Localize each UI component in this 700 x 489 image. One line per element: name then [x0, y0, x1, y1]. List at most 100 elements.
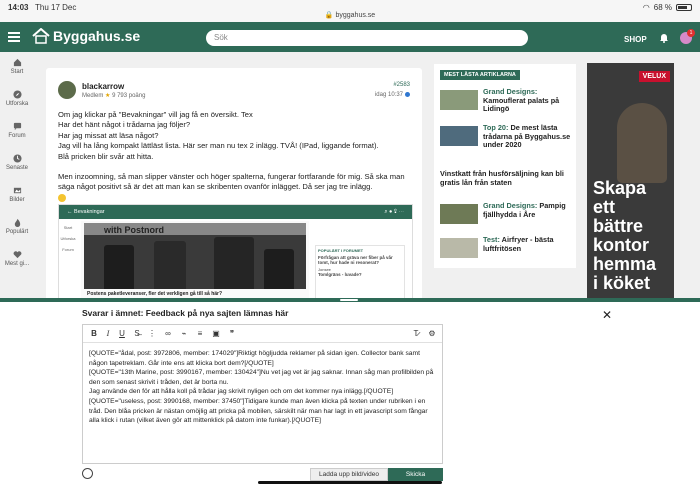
post-id-link[interactable]: #2583	[393, 82, 410, 88]
emoji-picker-icon[interactable]	[82, 468, 93, 479]
embed-toolbar-icons: ⌕ ● ⇪ ⋯	[384, 209, 404, 215]
post-time: idag 10:37	[375, 92, 410, 98]
author-name[interactable]: blackarrow	[82, 82, 124, 91]
drag-handle[interactable]	[340, 299, 358, 301]
embed-article-card: with Postnord Postens paketleveranser, f…	[81, 221, 309, 305]
nav-label: Start	[10, 69, 24, 75]
post-line: Om jag klickar på "Bevakningar" vill jag…	[58, 110, 253, 119]
close-icon[interactable]: ✕	[602, 308, 612, 322]
article-thumbnail	[440, 90, 478, 110]
url-text: byggahus.se	[335, 12, 376, 19]
editor-line: [QUOTE="ådal, post: 3972806, member: 174…	[89, 350, 420, 367]
post-line: Men inzoomning, så man slipper vänster o…	[58, 172, 405, 192]
nav-item-forum[interactable]: Forum	[0, 122, 34, 139]
search-input[interactable]: Sök	[206, 30, 528, 46]
link-icon[interactable]: ∞	[163, 329, 173, 338]
post-body: Om jag klickar på "Bevakningar" vill jag…	[58, 110, 413, 213]
nav-item-bilder[interactable]: Bilder	[0, 186, 34, 203]
battery-percent: 68 %	[653, 3, 672, 12]
unlink-icon[interactable]: ⌁	[179, 329, 189, 338]
most-read-item[interactable]: Vinstkatt från husförsäljning kan bli gr…	[440, 169, 570, 190]
embed-nav: Start Utforska Forum	[59, 219, 77, 305]
item-text: Kamouflerat palats på Lidingö	[483, 95, 560, 113]
home-icon	[13, 58, 21, 67]
nav-item-utforska[interactable]: Utforska	[0, 90, 34, 107]
advertisement[interactable]: VELUX Skapa ett bättre kontor hemma i kö…	[587, 63, 674, 298]
post-line: Blå pricken blir svår att hitta.	[58, 151, 154, 161]
battery-icon	[676, 4, 692, 11]
send-button[interactable]: Skicka	[388, 468, 443, 481]
author-role: Medlem ★ 9 793 poäng	[82, 92, 145, 99]
toggle-bbcode-icon[interactable]: ⚙	[427, 329, 437, 338]
ad-slogan: Skapa ett bättre kontor hemma i köket	[593, 179, 656, 293]
nav-item-popular[interactable]: Populärt	[0, 218, 34, 235]
site-logo[interactable]: Byggahus.se	[32, 28, 140, 44]
most-read-item[interactable]: Test: Airfryer - bästa luftfritösen	[440, 235, 570, 260]
forum-icon	[13, 122, 21, 131]
reply-title: Svarar i ämnet: Feedback på nya sajten l…	[82, 308, 289, 318]
nav-label: Forum	[8, 133, 26, 139]
wifi-icon: ◠	[642, 3, 650, 12]
embed-side-head: POPULÄRT I FORUMET	[318, 248, 364, 253]
search-placeholder: Sök	[214, 33, 228, 42]
nav-item-start[interactable]: Start	[0, 58, 34, 75]
notification-badge: 1	[687, 29, 695, 37]
reply-panel: Svarar i ämnet: Feedback på nya sajten l…	[0, 302, 700, 489]
italic-icon[interactable]: I	[103, 329, 113, 338]
clear-formatting-icon[interactable]: T̷	[411, 329, 421, 338]
points-text: 9 793 poäng	[112, 93, 146, 99]
more-formatting-icon[interactable]: ⋮	[147, 329, 157, 338]
ad-slogan-line: Skapa	[593, 178, 647, 198]
quote-icon[interactable]: ❞	[227, 329, 237, 338]
unread-dot-icon[interactable]	[405, 92, 410, 97]
editor-text[interactable]: [QUOTE="ådal, post: 3972806, member: 174…	[89, 349, 439, 426]
embed-photo-sign: with Postnord	[104, 225, 164, 235]
bell-icon[interactable]	[659, 33, 669, 43]
most-read-panel: MEST LÄSTA ARTIKLARNA Grand Designs: Kam…	[434, 64, 576, 268]
ad-slogan-line: kontor	[593, 235, 649, 255]
embed-caption: Postens paketleveranser, fler det verkli…	[87, 291, 223, 297]
menu-icon[interactable]	[8, 32, 20, 42]
strikethrough-icon[interactable]: S̶	[132, 329, 142, 338]
most-read-item[interactable]: Grand Designs: Pampig fjällhydda i Åre	[440, 201, 570, 226]
shop-link[interactable]: SHOP	[624, 35, 647, 44]
site-header: Byggahus.se Sök SHOP 1	[0, 22, 700, 52]
list-icon[interactable]: ≡	[195, 329, 205, 338]
embedded-screenshot[interactable]: ← Bevakningar ⌕ ● ⇪ ⋯ Start Utforska For…	[58, 204, 413, 306]
article-thumbnail	[440, 204, 478, 224]
article-thumbnail	[440, 126, 478, 146]
star-icon: ★	[105, 93, 111, 99]
image-insert-icon[interactable]: ▣	[211, 329, 221, 338]
nav-item-mest-gillade[interactable]: Mest gi...	[0, 250, 34, 267]
most-read-item[interactable]: Grand Designs: Kamouflerat palats på Lid…	[440, 87, 570, 113]
underline-icon[interactable]: U	[117, 329, 127, 338]
post-line: Har det hänt något i trådarna jag följer…	[58, 120, 191, 130]
most-read-item[interactable]: Top 20: De mest lästa trådarna på Byggah…	[440, 123, 570, 160]
user-avatar[interactable]: 1	[680, 29, 695, 44]
most-read-tag: MEST LÄSTA ARTIKLARNA	[440, 70, 520, 80]
editor-line: [QUOTE="13th Marine, post: 3990167, memb…	[89, 369, 434, 386]
post-time-text: idag 10:37	[374, 92, 403, 99]
flame-icon	[14, 218, 20, 227]
ad-photo	[617, 103, 667, 183]
status-indicators: ◠ 68 %	[643, 3, 692, 12]
left-nav: Start Utforska Forum Senaste Bilder Popu…	[0, 52, 34, 298]
home-indicator[interactable]	[258, 481, 442, 484]
address-bar[interactable]: 🔒 byggahus.se	[0, 11, 700, 19]
embed-sidebar: POPULÄRT I FORUMET Förfrågan att gräva n…	[315, 245, 405, 305]
ad-slogan-line: ett	[593, 197, 615, 217]
editor-line: [QUOTE="useless, post: 3990168, member: …	[89, 397, 428, 425]
embed-nav-item: Utforska	[60, 236, 76, 241]
editor-line: Jag använde den för att hålla koll på tr…	[89, 388, 394, 396]
ad-slogan-line: hemma	[593, 254, 657, 274]
nav-item-senaste[interactable]: Senaste	[0, 154, 34, 171]
bold-icon[interactable]: B	[89, 329, 99, 338]
ad-slogan-line: i köket	[593, 273, 651, 293]
reply-editor[interactable]: B I U S̶ ⋮ ∞ ⌁ ≡ ▣ ❞ T̷ ⚙ [QUOTE="ådal, …	[82, 324, 443, 464]
embed-nav-item: Start	[63, 225, 73, 230]
nav-label: Senaste	[5, 165, 29, 171]
logo-text: Byggahus.se	[53, 28, 141, 44]
back-arrow-icon: ←	[67, 209, 73, 215]
author-avatar[interactable]	[58, 81, 76, 99]
upload-media-button[interactable]: Ladda upp bild/video	[310, 468, 388, 481]
